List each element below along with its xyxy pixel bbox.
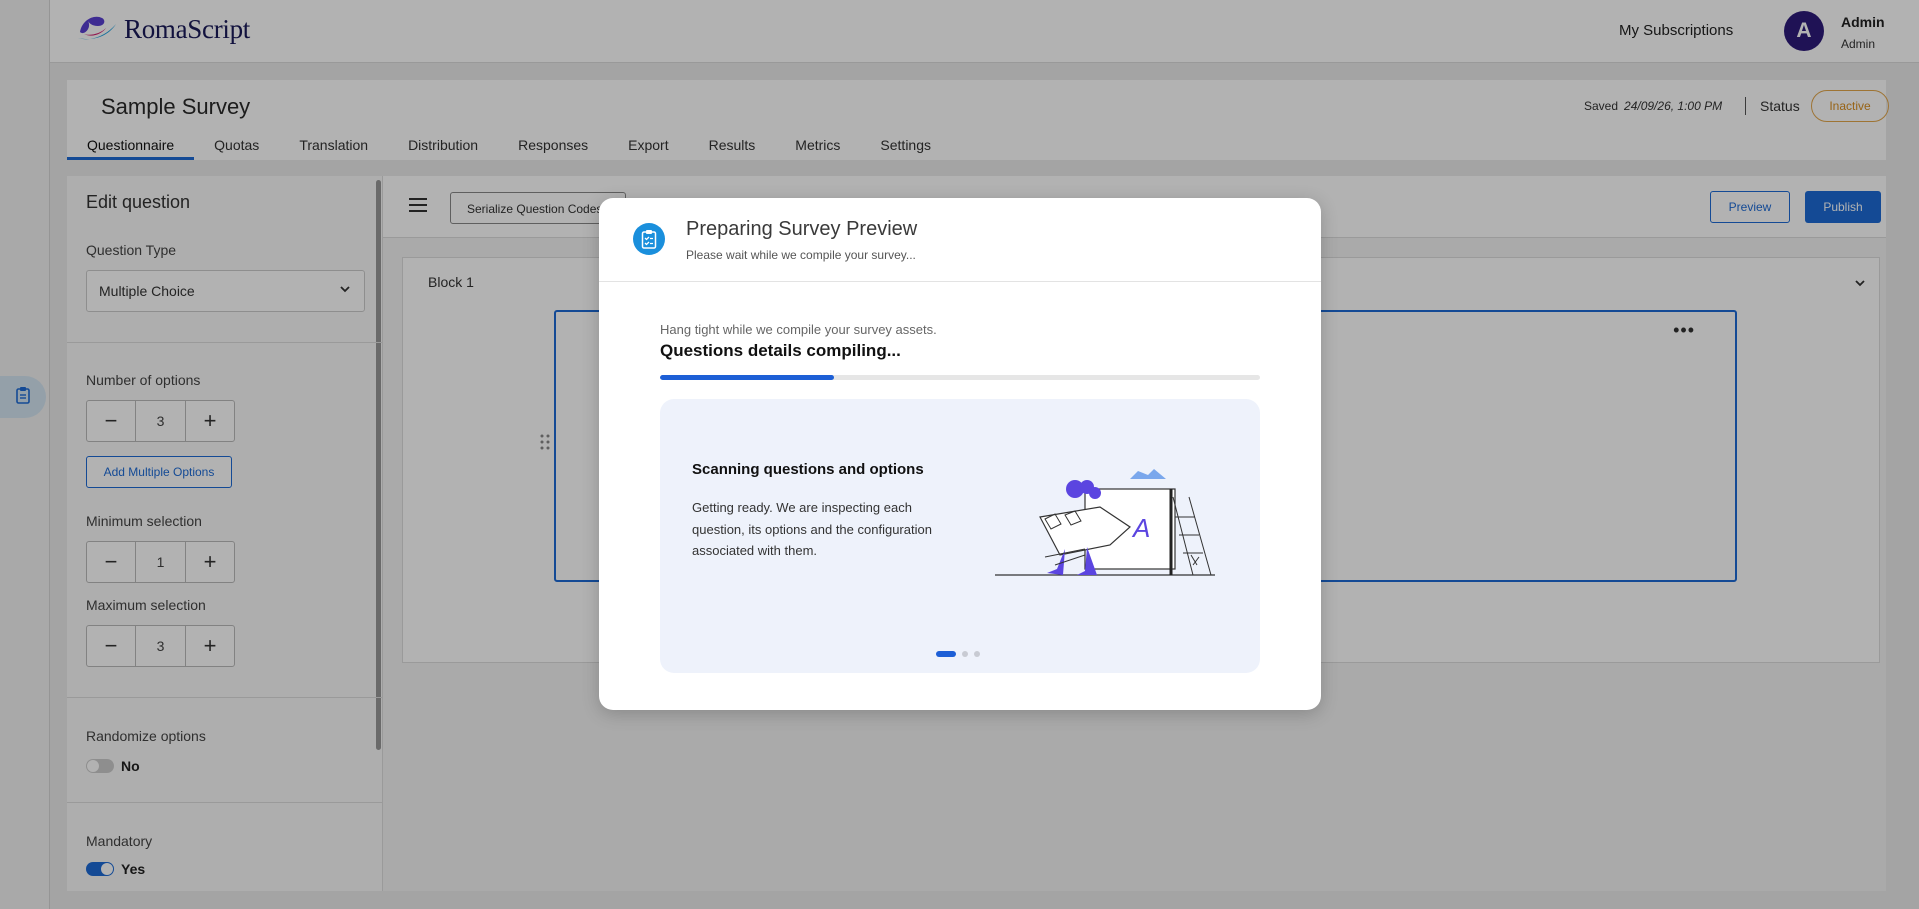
info-carousel-card: Scanning questions and options Getting r… bbox=[660, 399, 1260, 673]
compile-status-text: Questions details compiling... bbox=[660, 341, 901, 360]
dialog-intro-text: Hang tight while we compile your survey … bbox=[660, 322, 937, 337]
carousel-pagination bbox=[936, 651, 980, 657]
preview-preparing-dialog: Preparing Survey Preview Please wait whi… bbox=[599, 198, 1321, 710]
clipboard-checklist-icon bbox=[633, 223, 665, 255]
dialog-subtitle: Please wait while we compile your survey… bbox=[686, 248, 916, 262]
svg-text:A: A bbox=[1131, 513, 1150, 543]
dialog-header: Preparing Survey Preview Please wait whi… bbox=[599, 198, 1321, 282]
carousel-dot[interactable] bbox=[962, 651, 968, 657]
carousel-card-text: Getting ready. We are inspecting each qu… bbox=[692, 500, 932, 558]
scanning-illustration: A bbox=[985, 457, 1225, 612]
compile-progress-bar bbox=[660, 375, 1260, 380]
carousel-dot[interactable] bbox=[936, 651, 956, 657]
progress-fill bbox=[660, 375, 834, 380]
dialog-title: Preparing Survey Preview bbox=[686, 218, 918, 240]
carousel-dot[interactable] bbox=[974, 651, 980, 657]
carousel-card-title: Scanning questions and options bbox=[692, 461, 924, 478]
